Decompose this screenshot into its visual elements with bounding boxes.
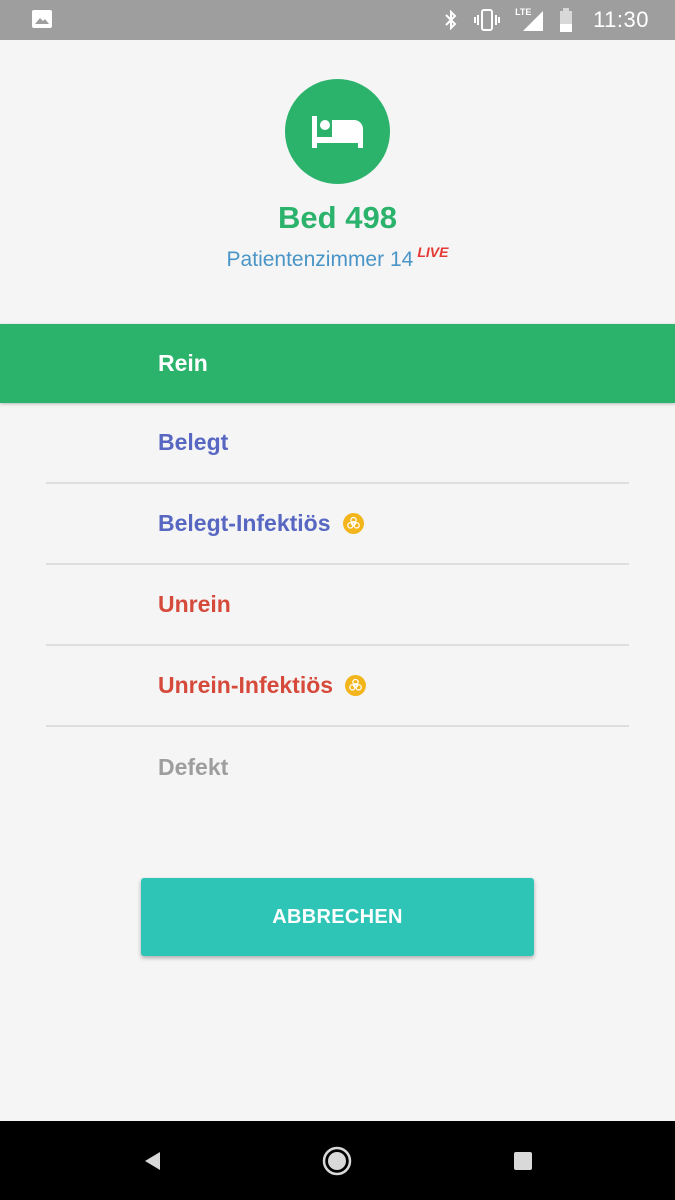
status-options: Belegt Belegt-Infektiös Unrein Unrein-Infek… xyxy=(46,403,629,808)
status-option-label: Defekt xyxy=(158,754,229,780)
cancel-button-label: ABBRECHEN xyxy=(272,905,403,928)
status-option-label: Unrein-Infektiös xyxy=(158,672,334,698)
biohazard-glyph xyxy=(349,678,362,691)
biohazard-icon xyxy=(345,675,367,696)
status-option-label: Unrein xyxy=(158,591,231,617)
bluetooth-icon xyxy=(445,9,457,31)
room-name: Patientenzimmer 14 xyxy=(226,248,414,271)
status-option[interactable]: Defekt xyxy=(46,727,629,808)
bed-title: Bed 498 xyxy=(278,200,397,235)
status-option[interactable]: Unrein xyxy=(46,565,629,646)
biohazard-icon xyxy=(342,513,364,534)
cancel-button[interactable]: ABBRECHEN xyxy=(141,878,534,956)
selected-status-label: Rein xyxy=(158,350,208,376)
room-line: Patientenzimmer 14 LIVE xyxy=(0,244,675,272)
biohazard-glyph xyxy=(346,516,360,529)
status-icons: LTE 11:30 xyxy=(443,0,649,40)
vibrate-icon xyxy=(474,9,501,31)
clock: 11:30 xyxy=(593,7,649,32)
status-option-label: Belegt xyxy=(158,429,229,455)
status-option-label: Belegt-Infektiös xyxy=(158,510,331,536)
status-option[interactable]: Belegt xyxy=(46,403,629,484)
selected-status-rein[interactable]: Rein xyxy=(0,324,675,403)
navigation-bar xyxy=(0,1121,675,1200)
home-icon[interactable] xyxy=(321,1145,353,1177)
battery-icon xyxy=(560,8,573,32)
image-icon xyxy=(32,10,52,28)
bed-icon-circle xyxy=(285,79,390,184)
live-badge: LIVE xyxy=(417,244,449,260)
status-option[interactable]: Unrein-Infektiös xyxy=(46,646,629,727)
back-icon[interactable] xyxy=(136,1145,168,1177)
bed-header: Bed 498 Patientenzimmer 14 LIVE xyxy=(0,40,675,324)
status-bar: LTE 11:30 xyxy=(0,0,675,40)
recents-icon[interactable] xyxy=(507,1145,539,1177)
status-option[interactable]: Belegt-Infektiös xyxy=(46,484,629,565)
bed-icon xyxy=(311,115,363,148)
lte-signal-icon: LTE xyxy=(515,7,545,33)
